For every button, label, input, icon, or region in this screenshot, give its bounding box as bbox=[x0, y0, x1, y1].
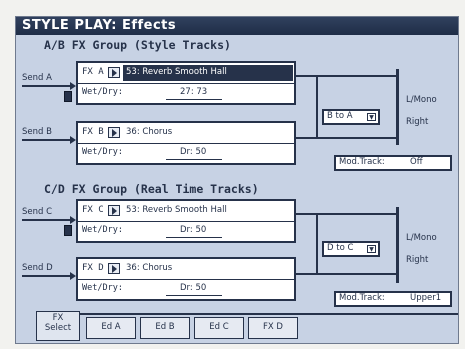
send-c-line bbox=[22, 219, 70, 221]
fx-b-wetdry-label: Wet/Dry: bbox=[82, 147, 123, 157]
fx-d-block: FX D 36: Chorus Wet/Dry: Dr: 50 bbox=[76, 257, 296, 301]
cd-route-connector bbox=[316, 215, 318, 273]
fx-d-output-line bbox=[296, 273, 396, 275]
tab-baseline bbox=[78, 313, 458, 315]
fx-b-block: FX B 36: Chorus Wet/Dry: Dr: 50 bbox=[76, 121, 296, 165]
fx-a-label: FX A bbox=[82, 67, 104, 77]
fx-b-label: FX B bbox=[82, 127, 104, 137]
dropdown-arrow-icon: ▼ bbox=[367, 113, 376, 121]
tab-ed-b[interactable]: Ed B bbox=[140, 317, 190, 339]
dropdown-arrow-icon: ▼ bbox=[367, 245, 376, 253]
send-c-level-handle[interactable] bbox=[64, 225, 72, 236]
fx-c-play-button[interactable] bbox=[108, 205, 120, 216]
ab-mod-track-value: Off bbox=[410, 157, 423, 167]
tab-fx-d[interactable]: FX D bbox=[248, 317, 298, 339]
fx-a-play-button[interactable] bbox=[108, 67, 120, 78]
fx-b-wetdry-value[interactable]: Dr: 50 bbox=[180, 147, 206, 157]
cd-outputs-label: L/Mono Right bbox=[406, 233, 437, 265]
fx-d-play-button[interactable] bbox=[108, 263, 120, 274]
fx-a-wetdry-value[interactable]: 27: 73 bbox=[180, 87, 207, 97]
fx-a-name[interactable]: 53: Reverb Smooth Hall bbox=[123, 65, 293, 81]
fx-b-name[interactable]: 36: Chorus bbox=[123, 125, 293, 141]
lcd-screen: STYLE PLAY: Effects A/B FX Group (Style … bbox=[15, 16, 459, 344]
group-ab-title: A/B FX Group (Style Tracks) bbox=[44, 38, 231, 52]
fx-d-wetdry-label: Wet/Dry: bbox=[82, 283, 123, 293]
group-cd-title: C/D FX Group (Real Time Tracks) bbox=[44, 182, 259, 196]
ab-route-value: B to A bbox=[327, 111, 353, 121]
fx-b-output-line bbox=[296, 137, 396, 139]
play-icon bbox=[112, 129, 117, 137]
ab-output-bus bbox=[396, 69, 399, 145]
cd-output-bus bbox=[396, 207, 399, 283]
fx-b-divider bbox=[78, 143, 294, 144]
ab-mod-track-label: Mod.Track: bbox=[339, 157, 385, 167]
play-icon bbox=[112, 265, 117, 273]
cd-mod-track-field[interactable]: Mod.Track: Upper1 bbox=[334, 291, 452, 307]
fx-a-block: FX A 53: Reverb Smooth Hall Wet/Dry: 27:… bbox=[76, 61, 296, 105]
cd-route-value: D to C bbox=[327, 243, 354, 253]
fx-d-name[interactable]: 36: Chorus bbox=[123, 261, 293, 277]
cd-mod-track-value: Upper1 bbox=[410, 293, 442, 303]
send-a-label: Send A bbox=[22, 73, 52, 83]
tab-ed-a[interactable]: Ed A bbox=[86, 317, 136, 339]
fx-c-wetdry-label: Wet/Dry: bbox=[82, 225, 123, 235]
fx-c-output-line bbox=[296, 213, 396, 215]
send-d-line bbox=[22, 275, 70, 277]
ab-outputs-label: L/Mono Right bbox=[406, 95, 437, 127]
tab-fx-select[interactable]: FX Select bbox=[36, 311, 80, 341]
page-title: STYLE PLAY: Effects bbox=[16, 17, 458, 35]
send-a-level-handle[interactable] bbox=[64, 91, 72, 102]
cd-mod-track-label: Mod.Track: bbox=[339, 293, 385, 303]
ab-mod-track-field[interactable]: Mod.Track: Off bbox=[334, 155, 452, 171]
fx-d-wetdry-value[interactable]: Dr: 50 bbox=[180, 283, 206, 293]
send-c-label: Send C bbox=[22, 207, 53, 217]
ab-route-select[interactable]: B to A ▼ bbox=[322, 109, 380, 125]
fx-d-label: FX D bbox=[82, 263, 104, 273]
fx-a-wetdry-underline bbox=[166, 99, 222, 100]
send-b-line bbox=[22, 139, 70, 141]
send-a-line bbox=[22, 85, 70, 87]
send-d-label: Send D bbox=[22, 263, 53, 273]
fx-c-label: FX C bbox=[82, 205, 104, 215]
play-icon bbox=[112, 69, 117, 77]
fx-c-wetdry-value[interactable]: Dr: 50 bbox=[180, 225, 206, 235]
fx-b-wetdry-underline bbox=[166, 159, 222, 160]
fx-c-divider bbox=[78, 221, 294, 222]
cd-route-select[interactable]: D to C ▼ bbox=[322, 241, 380, 257]
fx-b-play-button[interactable] bbox=[108, 127, 120, 138]
send-b-label: Send B bbox=[22, 127, 52, 137]
fx-a-divider bbox=[78, 83, 294, 84]
fx-c-wetdry-underline bbox=[166, 237, 222, 238]
fx-c-name[interactable]: 53: Reverb Smooth Hall bbox=[123, 203, 293, 219]
ab-route-connector bbox=[316, 77, 318, 137]
play-icon bbox=[112, 207, 117, 215]
fx-a-wetdry-label: Wet/Dry: bbox=[82, 87, 123, 97]
fx-d-divider bbox=[78, 279, 294, 280]
fx-d-wetdry-underline bbox=[166, 295, 222, 296]
tab-ed-c[interactable]: Ed C bbox=[194, 317, 244, 339]
fx-a-output-line bbox=[296, 75, 396, 77]
fx-c-block: FX C 53: Reverb Smooth Hall Wet/Dry: Dr:… bbox=[76, 199, 296, 243]
